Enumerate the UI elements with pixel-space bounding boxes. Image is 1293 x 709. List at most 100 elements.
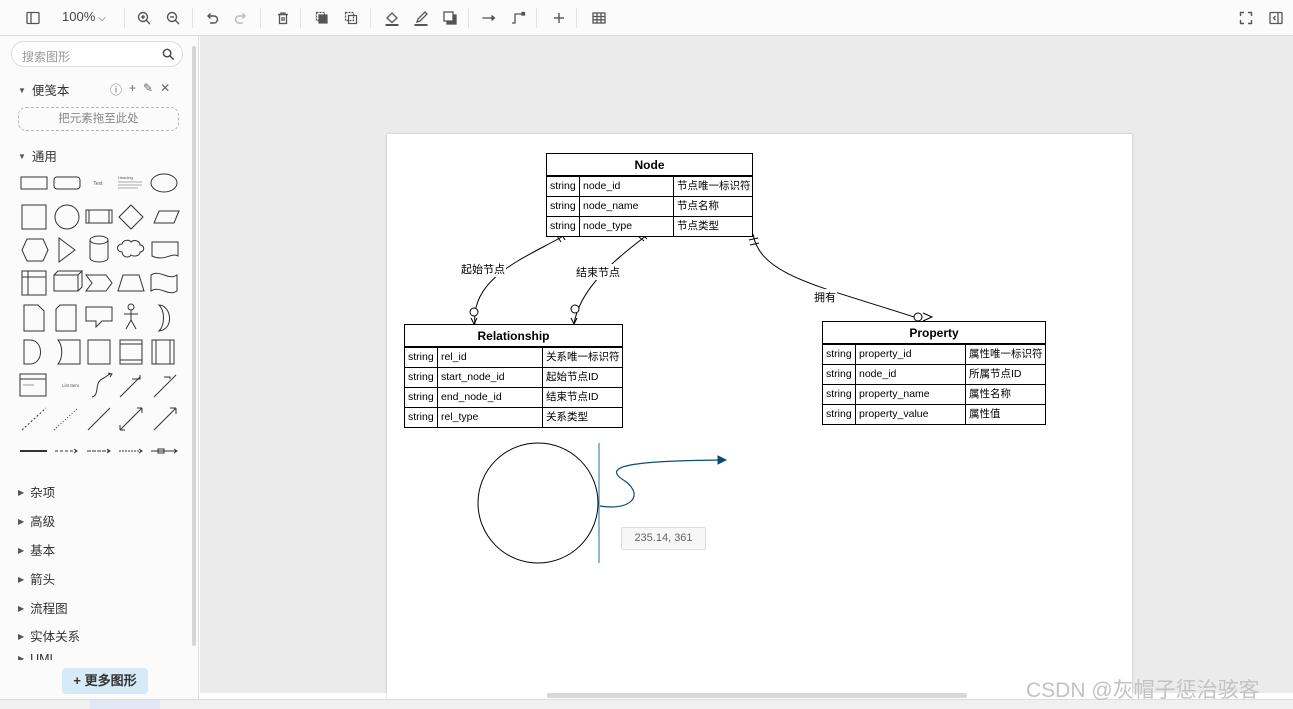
table-row[interactable]: string node_type 节点类型 xyxy=(547,216,752,236)
undo-icon[interactable] xyxy=(200,6,224,30)
table-title: Relationship xyxy=(405,325,622,347)
collapse-triangle-icon: ▼ xyxy=(18,86,26,95)
er-table-property[interactable]: Property string property_id 属性唯一标识符 string… xyxy=(822,321,1046,425)
canvas-horizontal-scrollbar[interactable] xyxy=(547,693,967,698)
cell-field: property_id xyxy=(855,345,965,364)
toggle-sidebar-icon[interactable] xyxy=(21,6,45,30)
expand-triangle-icon: ▶ xyxy=(18,546,25,555)
cell-desc: 关系唯一标识符 xyxy=(542,348,622,367)
table-row[interactable]: string end_node_id 结束节点ID xyxy=(405,387,622,407)
format-panel-toggle-icon[interactable] xyxy=(1264,6,1288,30)
edge-label-owns[interactable]: 拥有 xyxy=(813,289,837,305)
cell-type: string xyxy=(408,391,434,403)
shapes-sidebar: 搜索图形 ▼ 便笺本 ⓘ + ✎ ✕ 把元素拖至此处 ▼ 通用 Text Headi… xyxy=(0,36,199,709)
cell-type: string xyxy=(550,200,576,212)
curved-arrow[interactable] xyxy=(599,459,721,508)
cell-type: string xyxy=(550,220,576,232)
svg-text:Heading: Heading xyxy=(118,175,133,180)
page-tab[interactable] xyxy=(90,700,160,709)
category-uml[interactable]: ▶ UML xyxy=(18,652,57,660)
cell-type: string xyxy=(408,371,434,383)
edge-start-node[interactable] xyxy=(474,234,566,325)
expand-triangle-icon: ▶ xyxy=(18,488,25,497)
category-flowchart[interactable]: ▶ 流程图 xyxy=(18,598,68,617)
to-back-icon[interactable] xyxy=(339,6,363,30)
category-label: 实体关系 xyxy=(30,630,81,644)
cell-field: rel_type xyxy=(437,408,542,427)
toolbar-divider xyxy=(576,8,577,28)
cell-field: node_id xyxy=(579,177,673,196)
category-arrows[interactable]: ▶ 箭头 xyxy=(18,569,55,588)
general-header[interactable]: ▼ 通用 xyxy=(18,146,57,165)
table-row[interactable]: string property_value 属性值 xyxy=(823,404,1045,424)
add-icon[interactable]: + xyxy=(129,81,136,98)
line-color-icon[interactable] xyxy=(409,6,433,30)
insert-plus-icon[interactable] xyxy=(547,6,571,30)
table-row[interactable]: string property_name 属性名称 xyxy=(823,384,1045,404)
table-icon[interactable] xyxy=(587,6,611,30)
connection-arrow-icon[interactable] xyxy=(477,6,501,30)
table-row[interactable]: string node_id 节点唯一标识符 xyxy=(547,176,752,196)
er-table-relationship[interactable]: Relationship string rel_id 关系唯一标识符 string s… xyxy=(404,324,623,428)
cell-type: string xyxy=(408,351,434,363)
close-icon[interactable]: ✕ xyxy=(160,81,170,98)
zoom-in-icon[interactable] xyxy=(132,6,156,30)
category-label: 箭头 xyxy=(30,573,56,587)
cell-desc: 属性名称 xyxy=(965,385,1045,404)
cell-desc: 节点唯一标识符 xyxy=(673,177,752,196)
zoom-out-icon[interactable] xyxy=(161,6,185,30)
diagram-connectors xyxy=(469,232,934,564)
cell-desc: 属性唯一标识符 xyxy=(965,345,1045,364)
edge-owns[interactable] xyxy=(752,233,918,319)
collapse-triangle-icon: ▼ xyxy=(18,152,26,161)
edge-label-start-node[interactable]: 起始节点 xyxy=(460,261,506,277)
cell-field: node_name xyxy=(579,197,673,216)
help-icon[interactable]: ⓘ xyxy=(110,81,122,98)
to-front-icon[interactable] xyxy=(310,6,334,30)
edit-pencil-icon[interactable]: ✎ xyxy=(143,81,153,98)
toolbar: 100% ⌵ xyxy=(0,0,1293,36)
cell-field: node_type xyxy=(579,217,673,236)
er-table-node[interactable]: Node string node_id 节点唯一标识符 string node_nam… xyxy=(546,153,753,237)
zoom-level-dropdown[interactable]: 100% ⌵ xyxy=(62,9,106,24)
category-label: 高级 xyxy=(30,515,56,529)
toolbar-divider xyxy=(260,8,261,28)
cell-desc: 节点名称 xyxy=(673,197,752,216)
table-row[interactable]: string rel_type 关系类型 xyxy=(405,407,622,427)
table-row[interactable]: string start_node_id 起始节点ID xyxy=(405,367,622,387)
delete-icon[interactable] xyxy=(271,6,295,30)
shadow-icon[interactable] xyxy=(438,6,462,30)
table-row[interactable]: string property_id 属性唯一标识符 xyxy=(823,344,1045,364)
table-row[interactable]: string rel_id 关系唯一标识符 xyxy=(405,347,622,367)
more-shapes-button[interactable]: + 更多图形 xyxy=(62,668,148,694)
search-shapes-input[interactable]: 搜索图形 xyxy=(11,41,183,67)
table-row[interactable]: string node_name 节点名称 xyxy=(547,196,752,216)
category-entity-relation[interactable]: ▶ 实体关系 xyxy=(18,626,80,645)
general-shapes-palette[interactable]: Text Heading List Item xyxy=(14,168,194,458)
redo-icon[interactable] xyxy=(229,6,253,30)
cell-field: end_node_id xyxy=(437,388,542,407)
text-shape-label: Text xyxy=(93,181,103,187)
sidebar-scrollbar[interactable] xyxy=(192,46,196,646)
circle-shape[interactable] xyxy=(477,442,599,564)
scratchpad-header[interactable]: ▼ 便笺本 xyxy=(18,80,69,99)
category-label: 杂项 xyxy=(30,486,56,500)
scratchpad-drop-zone[interactable]: 把元素拖至此处 xyxy=(18,107,179,131)
fill-color-icon[interactable] xyxy=(380,6,404,30)
category-basic[interactable]: ▶ 基本 xyxy=(18,540,55,559)
scratchpad-tools: ⓘ + ✎ ✕ xyxy=(110,81,170,98)
edge-label-end-node[interactable]: 结束节点 xyxy=(575,264,621,280)
toolbar-divider xyxy=(192,8,193,28)
more-shapes-label: 更多图形 xyxy=(84,673,137,688)
cell-field: property_name xyxy=(855,385,965,404)
coordinate-tooltip: 235.14, 361 xyxy=(621,527,706,550)
category-advanced[interactable]: ▶ 高级 xyxy=(18,511,55,530)
table-row[interactable]: string node_id 所属节点ID xyxy=(823,364,1045,384)
waypoints-icon[interactable] xyxy=(506,6,530,30)
toolbar-divider xyxy=(468,8,469,28)
search-icon[interactable] xyxy=(161,47,176,62)
diagram-canvas[interactable]: Node string node_id 节点唯一标识符 string node_nam… xyxy=(200,36,1293,704)
search-placeholder: 搜索图形 xyxy=(22,50,71,64)
category-misc[interactable]: ▶ 杂项 xyxy=(18,482,55,501)
fullscreen-icon[interactable] xyxy=(1234,6,1258,30)
